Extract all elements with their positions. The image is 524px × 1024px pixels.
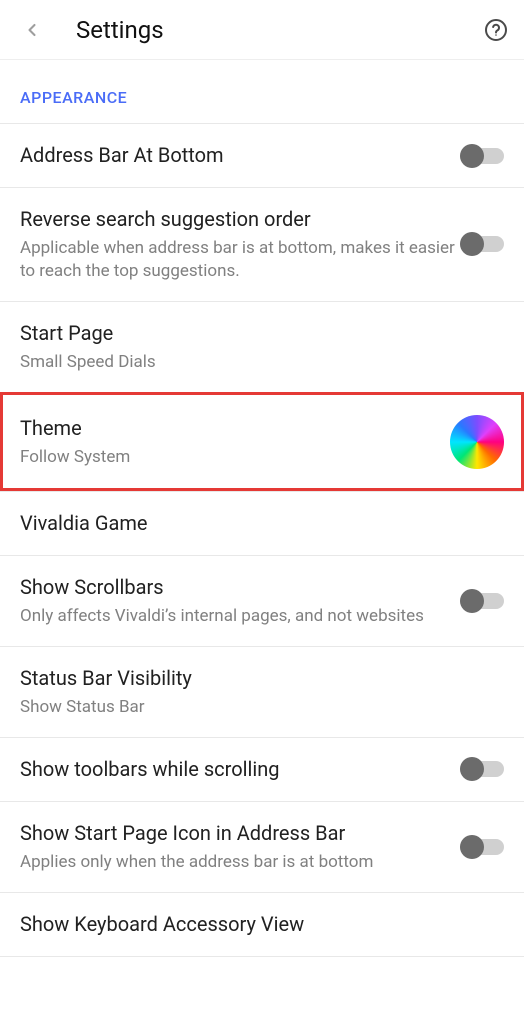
row-theme[interactable]: Theme Follow System — [0, 392, 524, 491]
row-subtitle: Follow System — [20, 446, 450, 469]
row-title: Show Start Page Icon in Address Bar — [20, 820, 460, 847]
row-title: Show Scrollbars — [20, 574, 460, 601]
row-subtitle: Small Speed Dials — [20, 351, 504, 374]
section-header-appearance: APPEARANCE — [0, 60, 524, 123]
row-start-page[interactable]: Start Page Small Speed Dials — [0, 301, 524, 392]
row-start-page-icon[interactable]: Show Start Page Icon in Address Bar Appl… — [0, 801, 524, 892]
row-title: Show toolbars while scrolling — [20, 756, 460, 783]
row-subtitle: Applicable when address bar is at bottom… — [20, 237, 460, 283]
toggle-address-bar-bottom[interactable] — [460, 144, 504, 168]
row-show-scrollbars[interactable]: Show Scrollbars Only affects Vivaldi’s i… — [0, 555, 524, 646]
row-title: Start Page — [20, 320, 504, 347]
toggle-start-page-icon[interactable] — [460, 835, 504, 859]
row-title: Vivaldia Game — [20, 510, 504, 537]
row-title: Status Bar Visibility — [20, 665, 504, 692]
toggle-show-toolbars[interactable] — [460, 757, 504, 781]
row-title: Reverse search suggestion order — [20, 206, 460, 233]
settings-list: Address Bar At Bottom Reverse search sug… — [0, 123, 524, 957]
row-reverse-search[interactable]: Reverse search suggestion order Applicab… — [0, 187, 524, 301]
row-show-toolbars-scrolling[interactable]: Show toolbars while scrolling — [0, 737, 524, 801]
row-title: Show Keyboard Accessory View — [20, 911, 504, 938]
toggle-show-scrollbars[interactable] — [460, 589, 504, 613]
row-title: Address Bar At Bottom — [20, 142, 460, 169]
color-wheel-icon — [450, 415, 504, 469]
row-vivaldia-game[interactable]: Vivaldia Game — [0, 491, 524, 555]
row-subtitle: Only affects Vivaldi’s internal pages, a… — [20, 605, 460, 628]
row-status-bar-visibility[interactable]: Status Bar Visibility Show Status Bar — [0, 646, 524, 737]
row-keyboard-accessory[interactable]: Show Keyboard Accessory View — [0, 892, 524, 956]
row-address-bar-bottom[interactable]: Address Bar At Bottom — [0, 123, 524, 187]
header-bar: Settings — [0, 0, 524, 60]
page-title: Settings — [76, 16, 484, 44]
row-subtitle: Show Status Bar — [20, 696, 504, 719]
row-title: Theme — [20, 415, 450, 442]
row-subtitle: Applies only when the address bar is at … — [20, 851, 460, 874]
toggle-reverse-search[interactable] — [460, 232, 504, 256]
help-icon[interactable] — [484, 18, 508, 42]
back-icon[interactable] — [20, 18, 44, 42]
